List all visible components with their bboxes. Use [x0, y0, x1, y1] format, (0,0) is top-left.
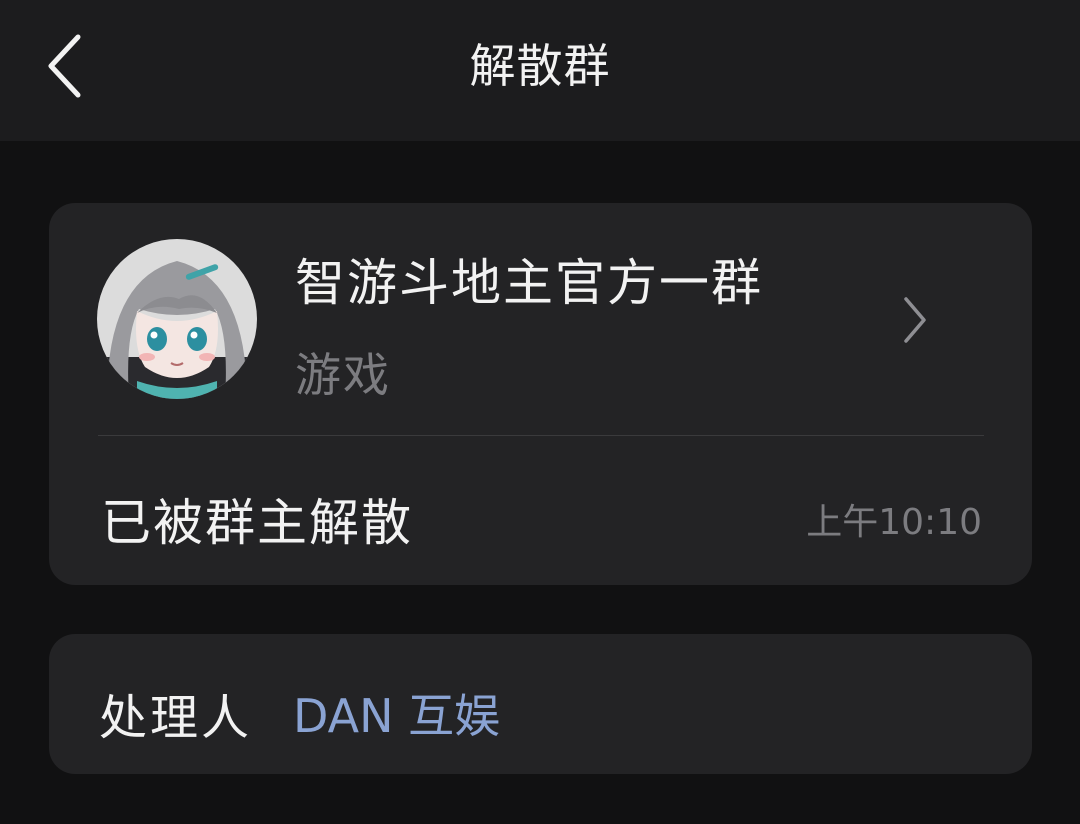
group-category: 游戏: [295, 348, 391, 402]
handler-card: 处理人 DAN 互娱: [49, 634, 1032, 774]
handler-link[interactable]: DAN 互娱: [293, 680, 500, 746]
chevron-right-icon: [904, 297, 926, 343]
nav-bar: 解散群: [0, 0, 1080, 141]
dissolved-status: 已被群主解散: [101, 494, 413, 552]
group-info-card: 智游斗地主官方一群 游戏 已被群主解散 上午10:10: [49, 203, 1032, 585]
group-row[interactable]: 智游斗地主官方一群 游戏: [49, 203, 1032, 435]
page-title: 解散群: [469, 39, 611, 93]
handler-label: 处理人: [99, 690, 253, 746]
group-name: 智游斗地主官方一群: [295, 254, 763, 312]
group-avatar: [97, 239, 257, 399]
status-time: 上午10:10: [806, 502, 982, 543]
divider: [98, 435, 984, 436]
